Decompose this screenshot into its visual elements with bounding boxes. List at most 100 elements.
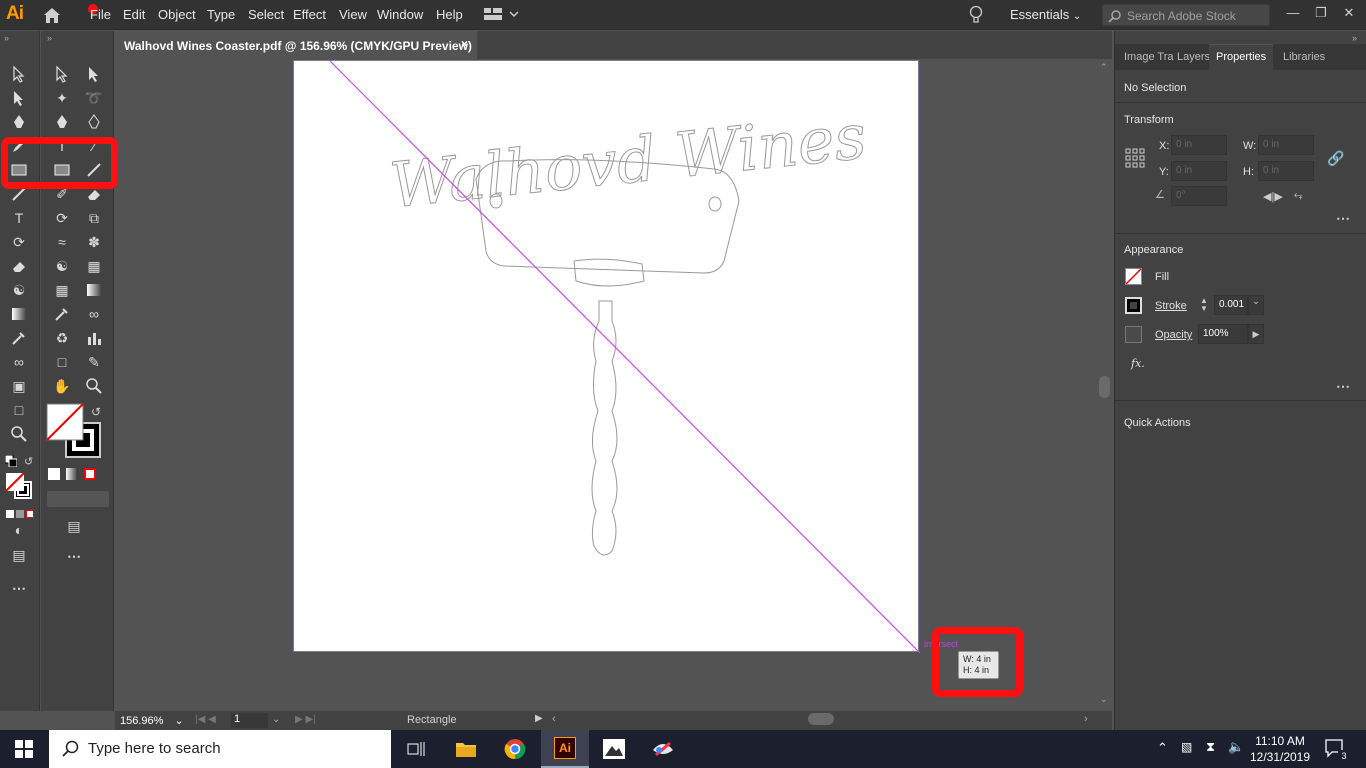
wifi-icon[interactable]: ⧗ — [1206, 739, 1215, 755]
x-field[interactable]: 0 in — [1171, 135, 1227, 155]
selection-tool-icon[interactable] — [8, 63, 30, 85]
eyedropper-tool-icon[interactable] — [8, 327, 30, 349]
draw-mode-buttons[interactable] — [47, 491, 109, 507]
scroll-up-icon[interactable]: ⌃ — [1100, 62, 1108, 73]
eraser-tool-icon[interactable] — [8, 255, 30, 277]
scale-tool-icon[interactable]: ⧉ — [83, 207, 105, 229]
restore-button[interactable]: ❐ — [1312, 4, 1330, 22]
opacity-label[interactable]: Opacity — [1155, 329, 1192, 341]
opacity-arrow-icon[interactable]: ▶ — [1248, 324, 1264, 344]
angle-field[interactable]: 0° — [1171, 186, 1227, 206]
close-window-button[interactable]: ✕ — [1340, 4, 1358, 22]
fill-stroke-swatch-small[interactable] — [5, 472, 35, 500]
artboard[interactable]: Walhovd Wines — [293, 60, 920, 653]
tab-properties[interactable]: Properties — [1209, 44, 1273, 70]
slice-tool-icon[interactable]: ✎ — [83, 351, 105, 373]
swap-fill-stroke-icon[interactable]: ↺ — [91, 405, 101, 419]
appearance-more-icon[interactable]: ⋯ — [1336, 378, 1350, 395]
reference-point-icon[interactable] — [1125, 148, 1145, 168]
blend-tool2-icon[interactable]: ∞ — [83, 303, 105, 325]
constrain-proportions-icon[interactable]: 🔗 — [1327, 150, 1344, 167]
screen-mode2-icon[interactable]: ▤ — [63, 515, 85, 537]
taskbar-search[interactable]: Type here to search — [49, 730, 391, 768]
workspace-dropdown[interactable]: Essentials ⌄ — [1010, 7, 1081, 22]
minimize-button[interactable]: — — [1284, 4, 1302, 22]
stroke-stepper-icon[interactable]: ▲ ▼ — [1200, 297, 1208, 313]
zoom-tool-icon[interactable] — [8, 423, 30, 445]
file-explorer-icon[interactable] — [442, 730, 490, 768]
illustrator-taskbar-icon[interactable]: Ai — [541, 730, 589, 768]
snip-sketch-icon[interactable] — [639, 730, 687, 768]
zoom-tool2-icon[interactable] — [83, 375, 105, 397]
task-view-icon[interactable] — [392, 730, 440, 768]
tab-libraries[interactable]: Libraries — [1283, 51, 1325, 63]
status-menu-icon[interactable]: ▶ — [535, 713, 543, 724]
screen-mode-icon[interactable]: ▤ — [8, 544, 30, 566]
type-tool-icon[interactable]: T — [8, 207, 30, 229]
search-stock-field[interactable]: Search Adobe Stock — [1102, 4, 1270, 26]
pen-tool2-icon[interactable] — [51, 111, 73, 133]
more-tools-icon[interactable]: ⋯ — [8, 577, 30, 599]
menu-help[interactable]: Help — [436, 7, 463, 22]
opacity-field[interactable]: 100% — [1198, 324, 1248, 344]
horizontal-scroll-thumb[interactable] — [808, 713, 834, 725]
scroll-right-icon[interactable]: › — [1084, 713, 1088, 725]
gradient-tool2-icon[interactable] — [83, 279, 105, 301]
transform-more-icon[interactable]: ⋯ — [1336, 210, 1350, 227]
artboard-tool2-icon[interactable]: □ — [51, 351, 73, 373]
draw-mode-icon[interactable]: ◐ — [8, 519, 30, 541]
graph-tool-icon[interactable] — [83, 327, 105, 349]
next-artboard-icon[interactable]: ▶ ▶| — [295, 714, 316, 725]
pen-tool-icon[interactable] — [8, 111, 30, 133]
vertical-scroll-thumb[interactable] — [1099, 376, 1110, 398]
stroke-weight-field[interactable]: 0.001 — [1214, 295, 1248, 315]
live-paint-tool-icon[interactable]: ▣ — [8, 375, 30, 397]
more-tools2-icon[interactable]: ⋯ — [63, 545, 85, 567]
flip-vertical-icon[interactable]: ⥆ — [1294, 189, 1303, 202]
menu-view[interactable]: View — [339, 7, 367, 22]
home-icon[interactable] — [42, 6, 62, 24]
fx-button[interactable]: fx. — [1131, 357, 1145, 370]
blend-tool-icon[interactable]: ∞ — [8, 351, 30, 373]
eyedropper-tool2-icon[interactable] — [51, 303, 73, 325]
chrome-icon[interactable] — [491, 730, 539, 768]
lightbulb-icon[interactable] — [968, 5, 984, 25]
expand-toolbar2-icon[interactable]: » — [47, 33, 52, 43]
width-tool-icon[interactable]: ≈ — [51, 231, 73, 253]
menu-object[interactable]: Object — [158, 7, 196, 22]
default-colors-icon[interactable] — [4, 454, 18, 468]
menu-type[interactable]: Type — [207, 7, 235, 22]
swap-colors-icon[interactable]: ↺ — [24, 455, 33, 468]
stroke-dropdown-icon[interactable]: ⌄ — [1248, 295, 1264, 315]
puppet-warp-tool-icon[interactable]: ✽ — [83, 231, 105, 253]
flip-horizontal-icon[interactable]: ◀|▶ — [1263, 190, 1283, 203]
stroke-label[interactable]: Stroke — [1155, 300, 1187, 312]
artboard-tool-icon[interactable]: □ — [8, 399, 30, 421]
magic-wand-tool-icon[interactable]: ✦ — [51, 87, 73, 109]
tab-image-trace[interactable]: Image Tra — [1124, 51, 1174, 63]
y-field[interactable]: 0 in — [1171, 161, 1227, 181]
system-clock[interactable]: 11:10 AM 12/31/2019 — [1247, 733, 1313, 765]
lasso-tool-icon[interactable]: ➰ — [83, 87, 105, 109]
menu-edit[interactable]: Edit — [123, 7, 145, 22]
rotate-tool-icon[interactable]: ⟳ — [8, 231, 30, 253]
stroke-swatch[interactable] — [1125, 297, 1142, 314]
hand-tool-icon[interactable]: ✋ — [51, 375, 73, 397]
gradient-tool-icon[interactable] — [8, 303, 30, 325]
photos-icon[interactable] — [590, 730, 638, 768]
artboard-dropdown-icon[interactable]: ⌄ — [272, 714, 280, 725]
fill-swatch[interactable] — [1125, 268, 1142, 285]
direct-selection-tool-icon[interactable] — [8, 87, 30, 109]
perspective-grid-tool-icon[interactable]: ▦ — [83, 255, 105, 277]
collapse-panel-icon[interactable]: » — [1352, 33, 1357, 43]
selection-tool2-icon[interactable] — [51, 63, 73, 85]
volume-icon[interactable]: 🔈 — [1228, 739, 1244, 755]
h-field[interactable]: 0 in — [1258, 161, 1314, 181]
rotate-tool2-icon[interactable]: ⟳ — [51, 207, 73, 229]
color-mode-buttons-2[interactable] — [48, 468, 96, 483]
direct-selection-tool2-icon[interactable] — [83, 63, 105, 85]
curvature-tool-icon[interactable] — [83, 111, 105, 133]
shape-builder-tool-icon[interactable]: ☯ — [8, 279, 30, 301]
artboard-number-field[interactable]: 1 — [231, 713, 268, 728]
w-field[interactable]: 0 in — [1258, 135, 1314, 155]
